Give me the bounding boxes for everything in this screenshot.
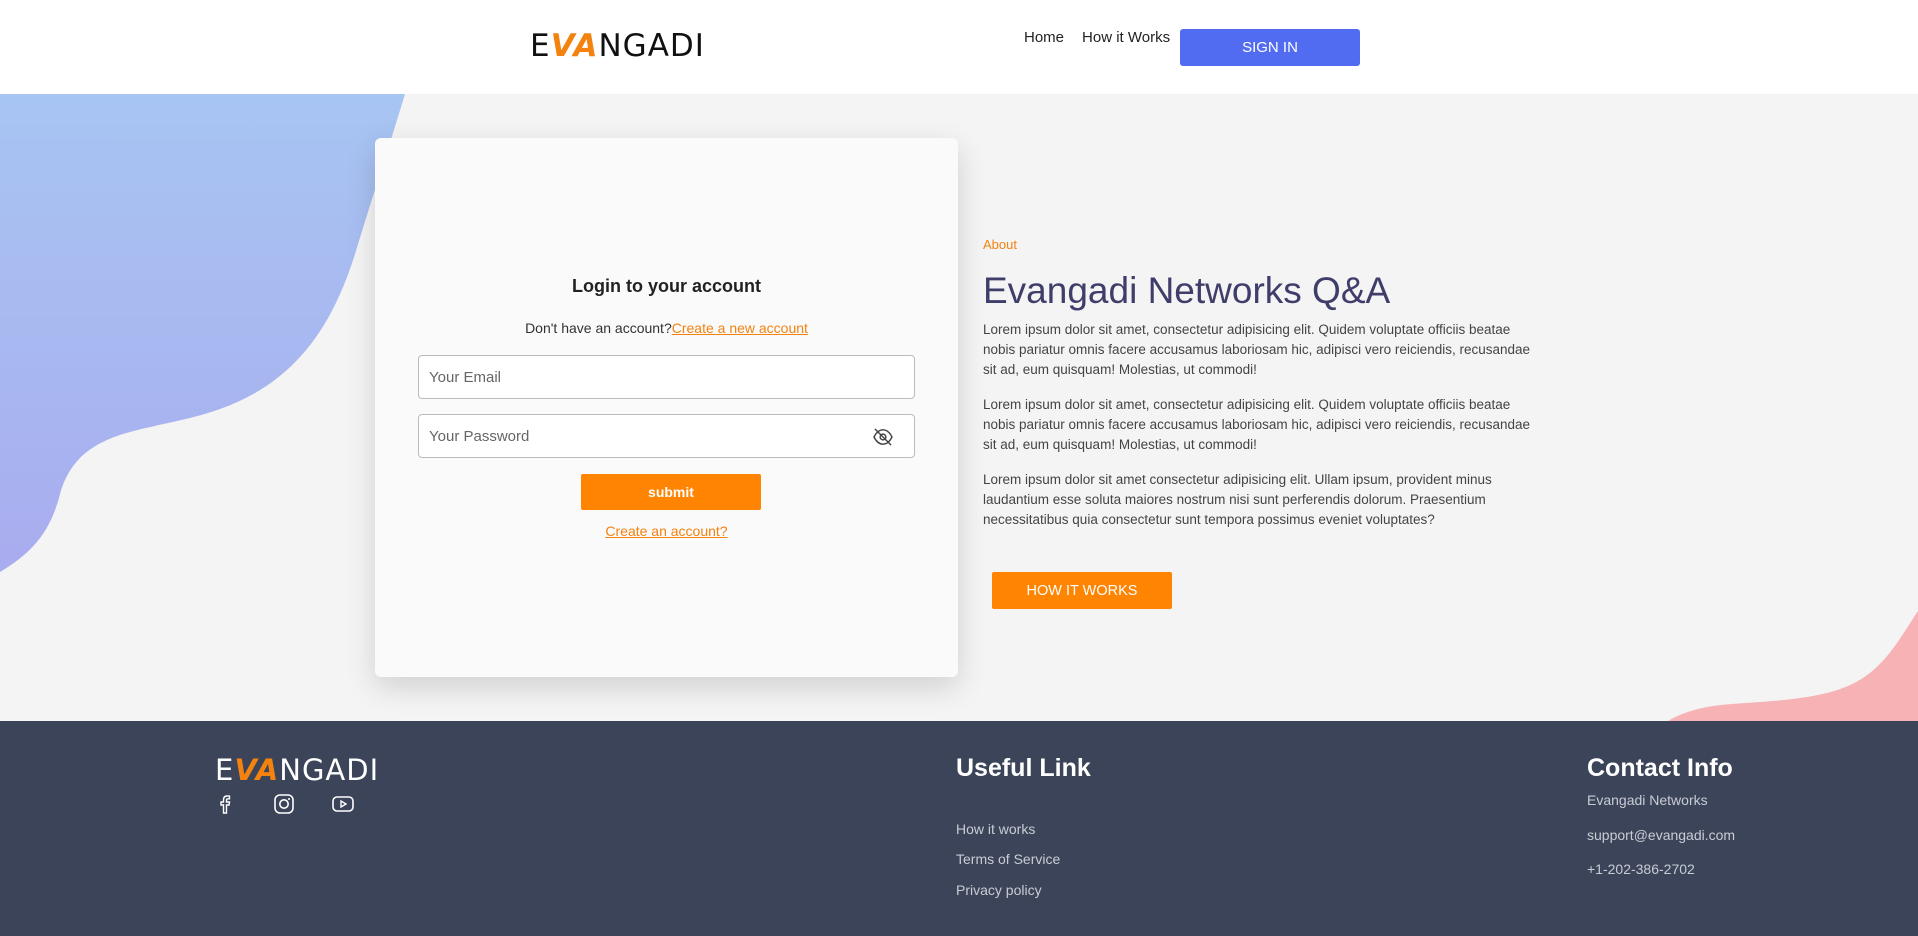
how-it-works-button[interactable]: HOW IT WORKS — [992, 572, 1172, 609]
site-footer: EVANGADI Useful Link How it works Terms … — [0, 721, 1918, 936]
main-section: Login to your account Don't have an acco… — [0, 94, 1918, 721]
useful-link-heading: Useful Link — [956, 754, 1091, 782]
decorative-blob-left — [0, 94, 405, 572]
contact-info-heading: Contact Info — [1587, 754, 1733, 782]
main-nav: Home How it Works — [1024, 29, 1188, 46]
sign-in-button[interactable]: SIGN IN — [1180, 29, 1360, 66]
site-header: EVANGADI Home How it Works SIGN IN — [0, 0, 1918, 94]
create-new-account-link[interactable]: Create a new account — [672, 320, 808, 336]
login-title: Login to your account — [572, 276, 761, 296]
youtube-icon[interactable] — [331, 793, 389, 820]
decorative-blob-right — [1668, 611, 1918, 721]
login-card: Login to your account Don't have an acco… — [375, 138, 958, 677]
about-paragraph: Lorem ipsum dolor sit amet, consectetur … — [983, 397, 1531, 452]
contact-email[interactable]: support@evangadi.com — [1587, 827, 1735, 843]
instagram-icon[interactable] — [273, 793, 331, 820]
password-input[interactable] — [418, 414, 915, 458]
nav-home-link[interactable]: Home — [1024, 29, 1064, 46]
facebook-icon[interactable] — [215, 793, 273, 820]
email-input[interactable] — [418, 355, 915, 399]
social-links — [215, 793, 389, 820]
contact-name: Evangadi Networks — [1587, 792, 1708, 808]
nav-how-it-works-link[interactable]: How it Works — [1082, 29, 1170, 46]
about-tag: About — [983, 237, 1017, 252]
footer-link-how-it-works[interactable]: How it works — [956, 821, 1035, 837]
contact-phone[interactable]: +1-202-386-2702 — [1587, 861, 1695, 877]
evangadi-footer-logo[interactable]: EVANGADI — [215, 753, 379, 787]
footer-link-terms[interactable]: Terms of Service — [956, 851, 1060, 867]
submit-button[interactable]: submit — [581, 474, 761, 510]
create-account-link[interactable]: Create an account? — [375, 523, 958, 539]
footer-link-privacy[interactable]: Privacy policy — [956, 882, 1042, 898]
about-title: Evangadi Networks Q&A — [983, 270, 1391, 311]
signup-prompt: Don't have an account?Create a new accou… — [525, 320, 808, 336]
about-paragraph: Lorem ipsum dolor sit amet, consectetur … — [983, 322, 1531, 377]
about-paragraph: Lorem ipsum dolor sit amet consectetur a… — [983, 472, 1492, 527]
eye-slash-icon[interactable] — [872, 428, 894, 446]
evangadi-logo[interactable]: EVANGADI — [530, 28, 705, 64]
